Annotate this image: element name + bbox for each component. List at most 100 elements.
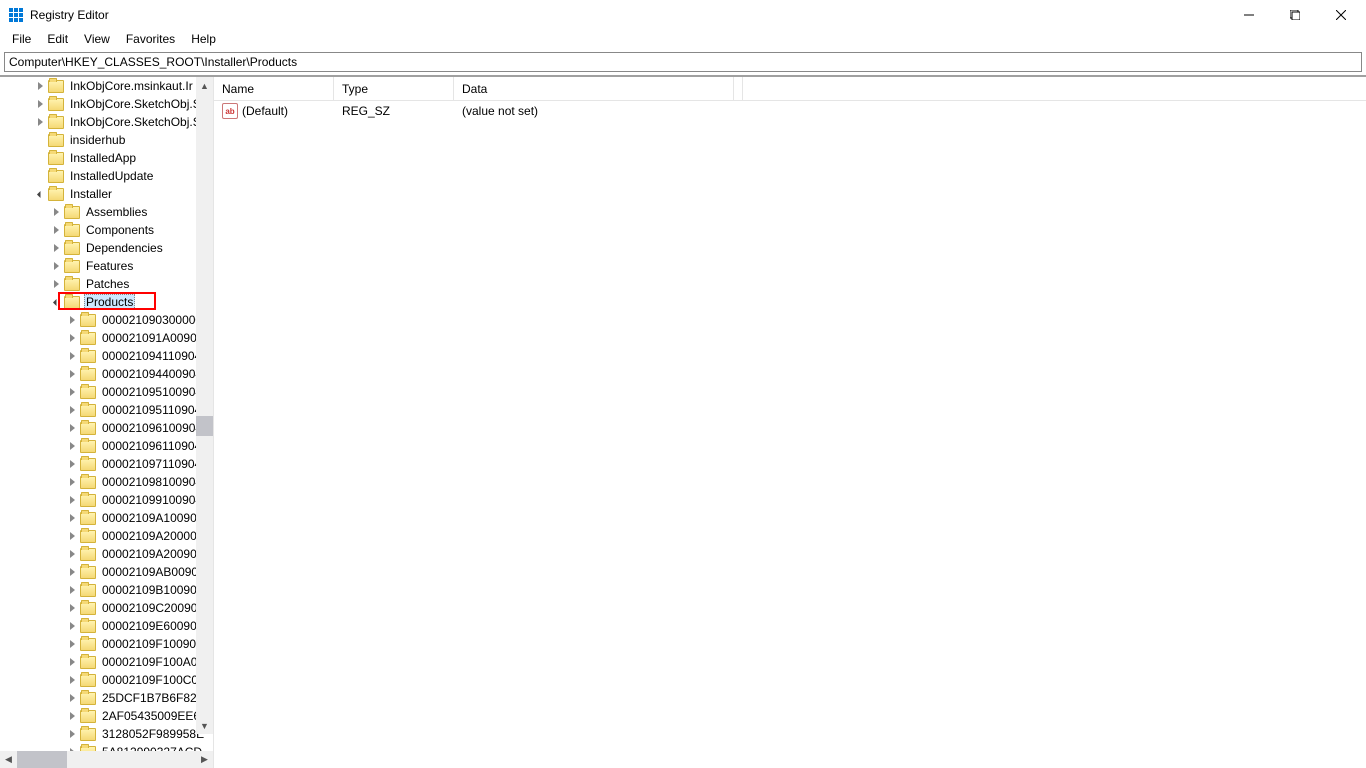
- expand-icon[interactable]: [32, 114, 48, 130]
- tree-node[interactable]: 000021096100904: [0, 419, 213, 437]
- tree-node[interactable]: Dependencies: [0, 239, 213, 257]
- scroll-up-arrow[interactable]: ▲: [196, 77, 213, 94]
- scroll-thumb[interactable]: [196, 416, 213, 436]
- expand-icon[interactable]: [64, 438, 80, 454]
- menu-file[interactable]: File: [4, 30, 39, 50]
- tree-node[interactable]: 00002109A200904: [0, 545, 213, 563]
- expand-icon[interactable]: [64, 726, 80, 742]
- minimize-button[interactable]: [1226, 0, 1272, 30]
- tree-horizontal-scrollbar[interactable]: ◀ ▶: [0, 751, 213, 768]
- tree-node[interactable]: 000021094110904: [0, 347, 213, 365]
- expand-icon[interactable]: [32, 96, 48, 112]
- expand-icon[interactable]: [64, 456, 80, 472]
- tree-node[interactable]: InstalledApp: [0, 149, 213, 167]
- tree-node[interactable]: 00002109A200000: [0, 527, 213, 545]
- tree-node[interactable]: 00002109C200904: [0, 599, 213, 617]
- tree-node[interactable]: 2AF05435009EE65: [0, 707, 213, 725]
- tree-node[interactable]: 000021091A00904: [0, 329, 213, 347]
- tree-node[interactable]: 00002109F100C04: [0, 671, 213, 689]
- expand-icon[interactable]: [48, 240, 64, 256]
- expand-icon[interactable]: [64, 402, 80, 418]
- tree-node[interactable]: Products: [0, 293, 213, 311]
- expand-icon[interactable]: [64, 618, 80, 634]
- folder-icon: [80, 638, 96, 651]
- tree-node[interactable]: 000021095110904: [0, 401, 213, 419]
- menu-view[interactable]: View: [76, 30, 118, 50]
- column-header-name[interactable]: Name: [214, 77, 334, 100]
- column-header-type[interactable]: Type: [334, 77, 454, 100]
- tree-node-label: InkObjCore.SketchObj.S: [68, 114, 203, 130]
- tree-node[interactable]: 00002109B100904: [0, 581, 213, 599]
- scroll-down-arrow[interactable]: ▼: [196, 717, 213, 734]
- tree-node[interactable]: 000021095100904: [0, 383, 213, 401]
- tree-node[interactable]: InkObjCore.SketchObj.S: [0, 113, 213, 131]
- scroll-track[interactable]: [196, 94, 213, 717]
- tree-node[interactable]: Components: [0, 221, 213, 239]
- tree-node[interactable]: Installer: [0, 185, 213, 203]
- expand-icon[interactable]: [64, 420, 80, 436]
- expand-icon[interactable]: [64, 708, 80, 724]
- tree-vertical-scrollbar[interactable]: ▲ ▼: [196, 77, 213, 734]
- expand-icon[interactable]: [64, 312, 80, 328]
- expand-icon[interactable]: [64, 348, 80, 364]
- expand-icon[interactable]: [64, 672, 80, 688]
- tree-node[interactable]: Features: [0, 257, 213, 275]
- tree-node[interactable]: 00002109AB00904: [0, 563, 213, 581]
- scroll-thumb[interactable]: [17, 751, 67, 768]
- collapse-icon[interactable]: [48, 294, 64, 310]
- tree[interactable]: InkObjCore.msinkaut.IrInkObjCore.SketchO…: [0, 77, 213, 751]
- expand-icon[interactable]: [64, 600, 80, 616]
- expand-icon[interactable]: [64, 330, 80, 346]
- expand-icon[interactable]: [64, 654, 80, 670]
- expand-icon[interactable]: [48, 204, 64, 220]
- tree-node[interactable]: 00002109A100904: [0, 509, 213, 527]
- expand-icon[interactable]: [48, 276, 64, 292]
- scroll-track[interactable]: [17, 751, 196, 768]
- expand-icon[interactable]: [64, 384, 80, 400]
- tree-node[interactable]: Assemblies: [0, 203, 213, 221]
- close-button[interactable]: [1318, 0, 1364, 30]
- tree-node[interactable]: 3128052F989958E: [0, 725, 213, 743]
- expand-icon[interactable]: [64, 744, 80, 751]
- tree-node[interactable]: insiderhub: [0, 131, 213, 149]
- tree-node[interactable]: 5A812990327ACD: [0, 743, 213, 751]
- expand-icon[interactable]: [64, 492, 80, 508]
- menu-edit[interactable]: Edit: [39, 30, 76, 50]
- expand-icon[interactable]: [64, 564, 80, 580]
- tree-node[interactable]: 000021097110904: [0, 455, 213, 473]
- expand-icon[interactable]: [64, 636, 80, 652]
- collapse-icon[interactable]: [32, 186, 48, 202]
- tree-node[interactable]: 00002109E600904: [0, 617, 213, 635]
- tree-node[interactable]: 000021090300000: [0, 311, 213, 329]
- tree-node[interactable]: 000021094400904: [0, 365, 213, 383]
- expand-icon[interactable]: [64, 510, 80, 526]
- tree-node[interactable]: 000021096110904: [0, 437, 213, 455]
- column-separator[interactable]: [734, 77, 743, 100]
- expand-icon[interactable]: [64, 474, 80, 490]
- address-bar[interactable]: Computer\HKEY_CLASSES_ROOT\Installer\Pro…: [4, 52, 1362, 72]
- expand-icon[interactable]: [64, 528, 80, 544]
- expand-icon[interactable]: [32, 78, 48, 94]
- tree-node[interactable]: 000021099100904: [0, 491, 213, 509]
- maximize-button[interactable]: [1272, 0, 1318, 30]
- tree-node[interactable]: 00002109F100904: [0, 635, 213, 653]
- value-row[interactable]: ab(Default)REG_SZ(value not set): [214, 101, 1366, 121]
- expand-icon[interactable]: [48, 258, 64, 274]
- menu-help[interactable]: Help: [183, 30, 224, 50]
- expand-icon[interactable]: [48, 222, 64, 238]
- column-header-data[interactable]: Data: [454, 77, 734, 100]
- expand-icon[interactable]: [64, 546, 80, 562]
- expand-icon[interactable]: [64, 690, 80, 706]
- menu-favorites[interactable]: Favorites: [118, 30, 183, 50]
- tree-node[interactable]: InstalledUpdate: [0, 167, 213, 185]
- expand-icon[interactable]: [64, 582, 80, 598]
- tree-node[interactable]: 000021098100904: [0, 473, 213, 491]
- scroll-left-arrow[interactable]: ◀: [0, 751, 17, 768]
- tree-node[interactable]: Patches: [0, 275, 213, 293]
- scroll-right-arrow[interactable]: ▶: [196, 751, 213, 768]
- tree-node[interactable]: InkObjCore.SketchObj.S: [0, 95, 213, 113]
- tree-node[interactable]: 25DCF1B7B6F821: [0, 689, 213, 707]
- tree-node[interactable]: InkObjCore.msinkaut.Ir: [0, 77, 213, 95]
- tree-node[interactable]: 00002109F100A0C: [0, 653, 213, 671]
- expand-icon[interactable]: [64, 366, 80, 382]
